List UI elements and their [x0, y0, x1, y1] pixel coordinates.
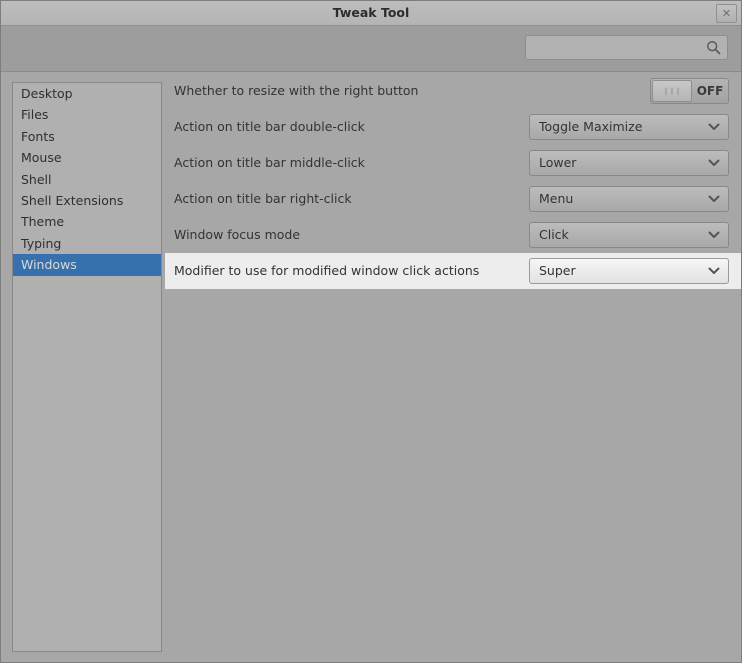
sidebar-item-label: Theme — [21, 214, 65, 230]
toggle-state-label: OFF — [696, 84, 724, 98]
setting-row: Action on title bar right-click Menu — [165, 181, 741, 217]
sidebar-item-label: Desktop — [21, 86, 73, 101]
setting-row: Action on title bar double-click Toggle … — [165, 109, 741, 145]
setting-label: Window focus mode — [174, 227, 301, 242]
sidebar-item-theme[interactable]: Theme — [13, 211, 161, 232]
setting-label: Action on title bar double-click — [174, 119, 365, 134]
settings-panel: Whether to resize with the right button … — [165, 73, 741, 662]
sidebar-item-typing[interactable]: Typing — [13, 233, 161, 254]
sidebar-item-windows[interactable]: Windows — [13, 254, 161, 276]
search-icon — [707, 41, 721, 55]
window-title: Tweak Tool — [332, 5, 410, 20]
sidebar-item-label: Shell — [21, 171, 52, 187]
search-input[interactable] — [533, 36, 701, 59]
close-icon: ✕ — [721, 7, 732, 20]
resize-right-button-toggle[interactable]: OFF — [650, 78, 729, 104]
titlebar-right-click-select[interactable]: Menu — [529, 186, 729, 212]
setting-row: Whether to resize with the right button … — [165, 73, 741, 109]
sidebar-item-shell[interactable]: Shell — [13, 169, 161, 190]
titlebar-middle-click-select[interactable]: Lower — [529, 150, 729, 176]
sidebar-item-label: Fonts — [21, 128, 55, 144]
chevron-down-icon — [708, 231, 720, 238]
combo-value: Menu — [539, 191, 574, 206]
toggle-grip-icon — [665, 87, 679, 95]
chevron-down-icon — [708, 159, 720, 166]
sidebar-item-desktop[interactable]: Desktop — [13, 83, 161, 104]
window-focus-mode-select[interactable]: Click — [529, 222, 729, 248]
modifier-key-select[interactable]: Super — [529, 258, 729, 284]
chevron-down-icon — [708, 267, 720, 274]
toggle-handle[interactable] — [652, 80, 692, 102]
search-box[interactable] — [525, 35, 728, 60]
sidebar-item-files[interactable]: Files — [13, 104, 161, 125]
window-close-button[interactable]: ✕ — [716, 4, 737, 23]
sidebar-item-shell-extensions[interactable]: Shell Extensions — [13, 190, 161, 211]
setting-row: Window focus mode Click — [165, 217, 741, 253]
sidebar-item-label: Windows — [21, 257, 77, 273]
setting-row: Action on title bar middle-click Lower — [165, 145, 741, 181]
chevron-down-icon — [708, 123, 720, 130]
setting-row: Modifier to use for modified window clic… — [165, 253, 741, 289]
toolbar — [1, 26, 741, 72]
setting-label: Action on title bar right-click — [174, 191, 352, 206]
sidebar-item-label: Typing — [21, 235, 62, 251]
combo-value: Super — [539, 263, 576, 278]
titlebar-double-click-select[interactable]: Toggle Maximize — [529, 114, 729, 140]
tweak-tool-window: Tweak Tool ✕ Desktop Files Fonts Mouse S — [0, 0, 742, 663]
sidebar-item-label: Files — [21, 107, 49, 123]
sidebar-item-label: Mouse — [21, 150, 62, 166]
sidebar-item-label: Shell Extensions — [21, 192, 124, 208]
combo-value: Click — [539, 227, 569, 242]
combo-value: Toggle Maximize — [539, 119, 643, 134]
sidebar-item-mouse[interactable]: Mouse — [13, 147, 161, 168]
category-sidebar[interactable]: Desktop Files Fonts Mouse Shell Shell Ex… — [12, 82, 162, 652]
combo-value: Lower — [539, 155, 577, 170]
setting-label: Modifier to use for modified window clic… — [174, 263, 480, 278]
setting-label: Whether to resize with the right button — [174, 83, 419, 98]
setting-label: Action on title bar middle-click — [174, 155, 365, 170]
sidebar-item-fonts[interactable]: Fonts — [13, 126, 161, 147]
chevron-down-icon — [708, 195, 720, 202]
window-titlebar: Tweak Tool ✕ — [1, 1, 741, 26]
